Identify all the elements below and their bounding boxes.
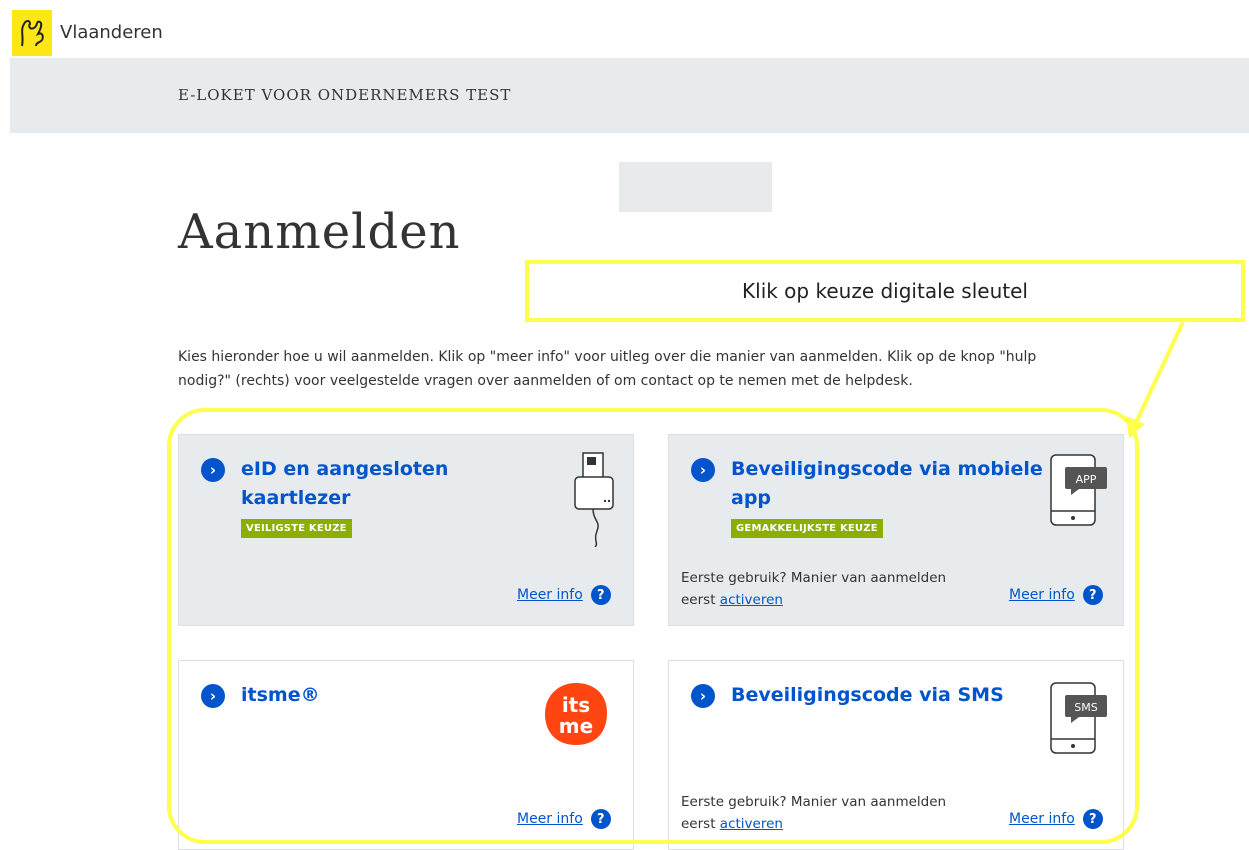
phone-sms-icon: SMS <box>1050 682 1107 754</box>
option-title[interactable]: itsme® <box>241 681 320 710</box>
first-use-text: Eerste gebruik? Manier van aanmelden eer… <box>681 570 947 608</box>
meer-info-link[interactable]: Meer info <box>517 811 583 827</box>
meer-info-app: Meer info ? <box>1009 585 1103 605</box>
placeholder-block <box>619 162 772 212</box>
intro-text: Kies hieronder hoe u wil aanmelden. Klik… <box>178 349 1037 389</box>
chevron-right-icon: › <box>691 458 715 482</box>
meer-info-eid: Meer info ? <box>517 585 611 605</box>
option-card-eid[interactable]: › eID en aangesloten kaartlezer VEILIGSTE… <box>178 434 634 626</box>
badge-veiligste: VEILIGSTE KEUZE <box>241 519 352 538</box>
svg-text:me: me <box>559 714 593 738</box>
phone-app-icon: APP <box>1050 454 1107 526</box>
top-bar: Vlaanderen <box>0 0 1249 58</box>
option-card-app[interactable]: › Beveiligingscode via mobiele app GEMAKK… <box>668 434 1124 626</box>
help-icon[interactable]: ? <box>1082 585 1103 605</box>
option-title[interactable]: Beveiligingscode via mobiele app <box>731 455 1043 513</box>
callout-text: Klik op keuze digitale sleutel <box>742 279 1028 303</box>
option-title[interactable]: Beveiligingscode via SMS <box>731 681 1004 710</box>
meer-info-sms: Meer info ? <box>1009 809 1103 829</box>
site-title[interactable]: E-LOKET VOOR ONDERNEMERS TEST <box>178 86 511 104</box>
vlaanderen-lion-logo[interactable] <box>12 10 52 56</box>
option-card-sms[interactable]: › Beveiligingscode via SMS SMS Eerste ge… <box>668 660 1124 850</box>
help-icon[interactable]: ? <box>590 809 611 829</box>
meer-info-link[interactable]: Meer info <box>1009 587 1075 603</box>
itsme-logo: its me <box>545 683 607 745</box>
chevron-right-icon: › <box>201 458 225 482</box>
activate-link[interactable]: activeren <box>720 816 783 832</box>
card-reader-icon <box>574 452 614 547</box>
option-card-itsme[interactable]: › itsme® its me Meer info ? <box>178 660 634 850</box>
help-icon[interactable]: ? <box>1082 809 1103 829</box>
chevron-right-icon: › <box>691 684 715 708</box>
chevron-right-icon: › <box>201 684 225 708</box>
meer-info-link[interactable]: Meer info <box>1009 811 1075 827</box>
badge-gemakkelijkste: GEMAKKELIJKSTE KEUZE <box>731 519 883 538</box>
site-header: E-LOKET VOOR ONDERNEMERS TEST <box>10 58 1249 133</box>
meer-info-link[interactable]: Meer info <box>517 587 583 603</box>
page-title: Aanmelden <box>178 204 461 260</box>
svg-text:APP: APP <box>1076 473 1097 486</box>
option-title[interactable]: eID en aangesloten kaartlezer <box>241 455 448 513</box>
meer-info-itsme: Meer info ? <box>517 809 611 829</box>
help-icon[interactable]: ? <box>590 585 611 605</box>
brand-name[interactable]: Vlaanderen <box>60 22 163 43</box>
svg-text:SMS: SMS <box>1074 701 1097 714</box>
annotation-callout: Klik op keuze digitale sleutel <box>525 260 1245 322</box>
activate-link[interactable]: activeren <box>720 592 783 608</box>
first-use-text: Eerste gebruik? Manier van aanmelden eer… <box>681 794 947 832</box>
